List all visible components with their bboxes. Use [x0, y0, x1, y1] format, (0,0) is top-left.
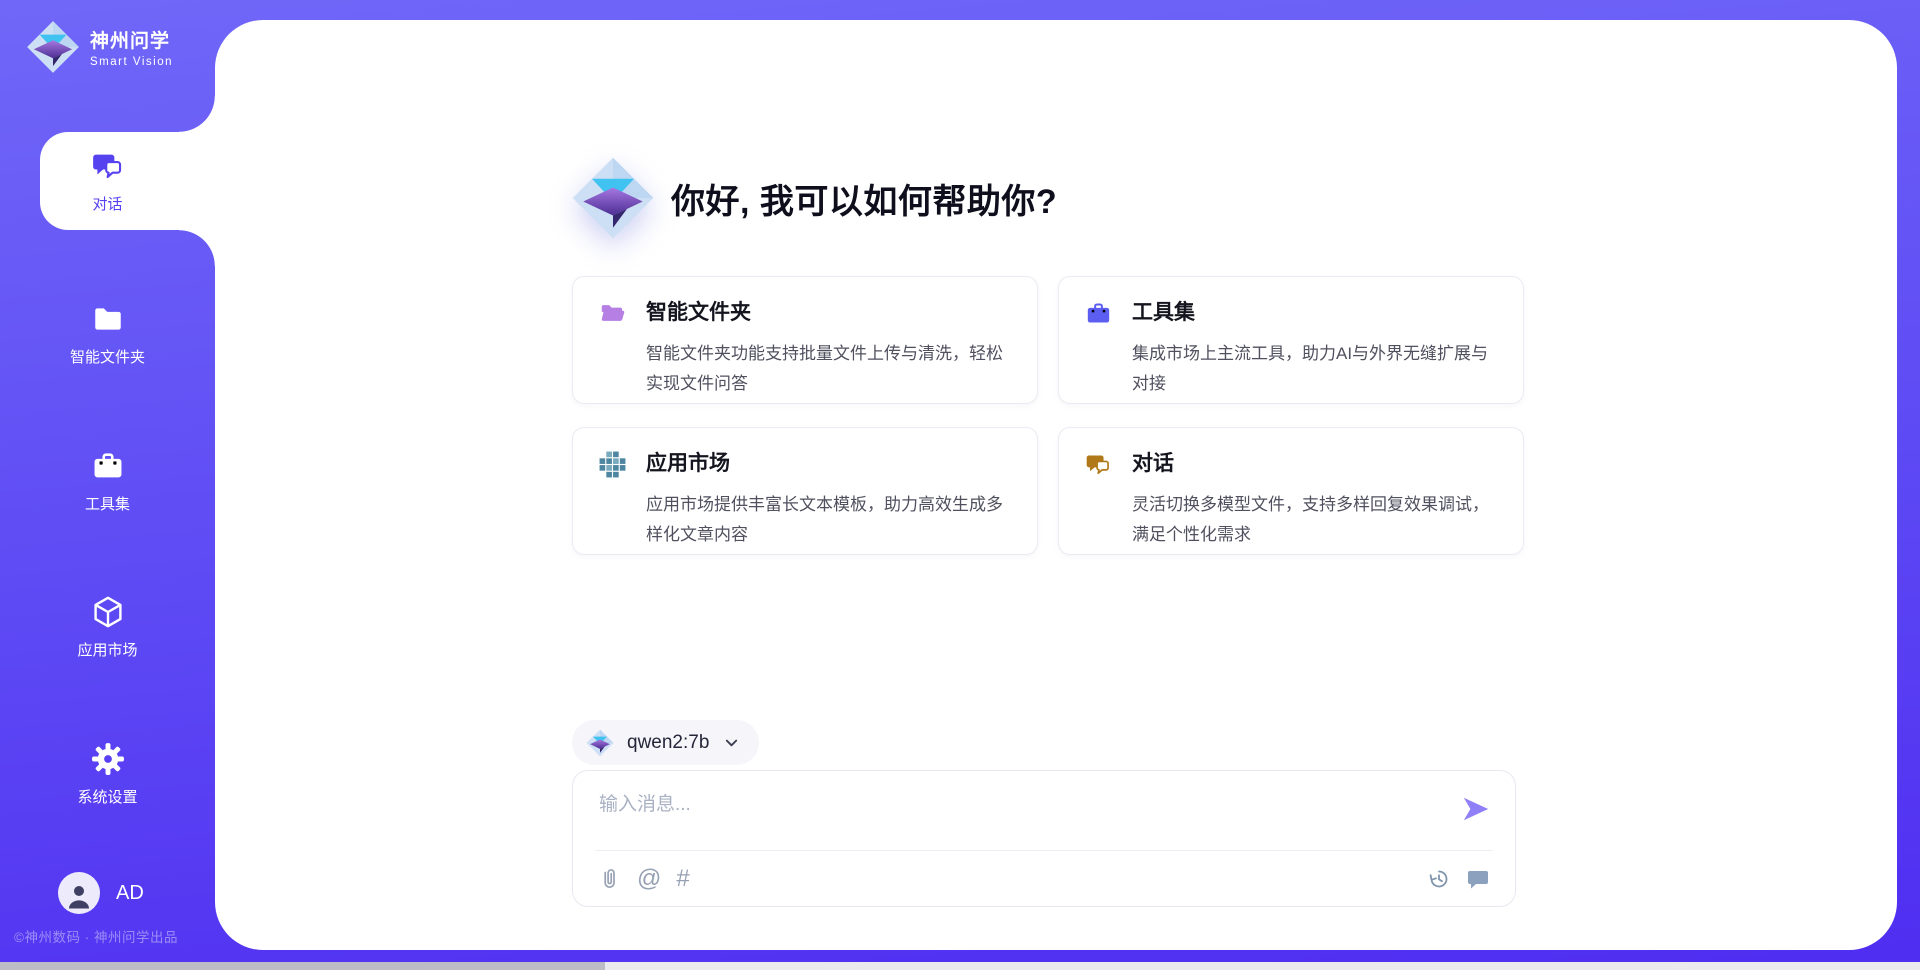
greeting-title: 你好, 我可以如何帮助你? — [671, 174, 1057, 223]
avatar — [58, 872, 100, 914]
card-description: 集成市场上主流工具，助力AI与外界无缝扩展与对接 — [1132, 339, 1497, 404]
chat-icon — [1085, 451, 1112, 478]
card-title: 应用市场 — [646, 449, 1011, 484]
sidebar: 神州问学 Smart Vision 对话 智能文件夹 工具集 应用市场 系统设置… — [0, 0, 215, 970]
composer-toolbar: @ # — [573, 851, 1515, 906]
message-input[interactable] — [599, 787, 1419, 823]
card-chat[interactable]: 对话 灵活切换多模型文件，支持多样回复效果调试，满足个性化需求 — [1058, 427, 1524, 555]
brand-gem-icon — [571, 156, 655, 240]
card-title: 工具集 — [1132, 298, 1497, 333]
sidebar-item-toolset[interactable]: 工具集 — [0, 432, 215, 530]
user-initials: AD — [116, 882, 144, 905]
main-content-panel: 你好, 我可以如何帮助你? 智能文件夹 智能文件夹功能支持批量文件上传与清洗，轻… — [215, 20, 1897, 950]
sidebar-item-label: 系统设置 — [77, 786, 137, 807]
horizontal-scrollbar[interactable] — [0, 962, 1920, 970]
briefcase-icon — [91, 449, 125, 483]
feature-cards: 智能文件夹 智能文件夹功能支持批量文件上传与清洗，轻松实现文件问答 工具集 集成… — [572, 276, 1524, 555]
briefcase-icon — [1085, 300, 1112, 327]
card-smart-folder[interactable]: 智能文件夹 智能文件夹功能支持批量文件上传与清洗，轻松实现文件问答 — [572, 276, 1038, 404]
brand-logo: 神州问学 Smart Vision — [26, 20, 173, 74]
model-selector[interactable]: qwen2:7b — [572, 720, 759, 765]
brand-gem-icon — [26, 20, 80, 74]
sidebar-item-label: 应用市场 — [77, 639, 137, 660]
sidebar-item-app-market[interactable]: 应用市场 — [0, 578, 215, 676]
card-title: 对话 — [1132, 449, 1497, 484]
sidebar-item-smart-folder[interactable]: 智能文件夹 — [0, 285, 215, 383]
sidebar-item-label: 智能文件夹 — [70, 346, 145, 367]
brand-name: 神州问学 — [90, 26, 173, 53]
cube-icon — [91, 595, 125, 629]
card-description: 智能文件夹功能支持批量文件上传与清洗，轻松实现文件问答 — [646, 339, 1011, 404]
folder-icon — [91, 302, 125, 336]
composer-right-tools — [1427, 867, 1490, 891]
card-description: 应用市场提供丰富长文本模板，助力高效生成多样化文章内容 — [646, 490, 1011, 555]
history-icon[interactable] — [1427, 867, 1451, 891]
sidebar-item-settings[interactable]: 系统设置 — [0, 725, 215, 823]
message-bubble-icon[interactable] — [1466, 867, 1490, 891]
hash-icon[interactable]: # — [676, 867, 689, 891]
sidebar-item-chat[interactable]: 对话 — [0, 132, 215, 230]
brand-subtitle: Smart Vision — [90, 56, 173, 68]
card-title: 智能文件夹 — [646, 298, 1011, 333]
scrollbar-thumb[interactable] — [0, 962, 605, 970]
grid-icon — [599, 451, 626, 478]
greeting-banner: 你好, 我可以如何帮助你? — [571, 156, 1057, 240]
card-description: 灵活切换多模型文件，支持多样回复效果调试，满足个性化需求 — [1132, 490, 1497, 555]
folder-open-icon — [599, 300, 626, 327]
at-icon[interactable]: @ — [637, 867, 661, 891]
sidebar-item-label: 对话 — [92, 193, 122, 214]
card-toolset[interactable]: 工具集 集成市场上主流工具，助力AI与外界无缝扩展与对接 — [1058, 276, 1524, 404]
user-profile[interactable]: AD — [58, 872, 144, 914]
model-selector-label: qwen2:7b — [627, 732, 709, 754]
send-icon[interactable] — [1461, 795, 1491, 823]
model-gem-icon — [586, 729, 614, 757]
chevron-down-icon — [724, 735, 739, 750]
gear-icon — [91, 742, 125, 776]
sidebar-item-label: 工具集 — [85, 493, 130, 514]
chat-icon — [91, 149, 125, 183]
copyright-text: ©神州数码 · 神州问学出品 — [14, 926, 178, 946]
person-icon — [64, 881, 94, 911]
message-composer: @ # — [572, 770, 1516, 907]
active-pill — [40, 132, 215, 230]
paperclip-icon[interactable] — [598, 867, 622, 891]
card-app-market[interactable]: 应用市场 应用市场提供丰富长文本模板，助力高效生成多样化文章内容 — [572, 427, 1038, 555]
